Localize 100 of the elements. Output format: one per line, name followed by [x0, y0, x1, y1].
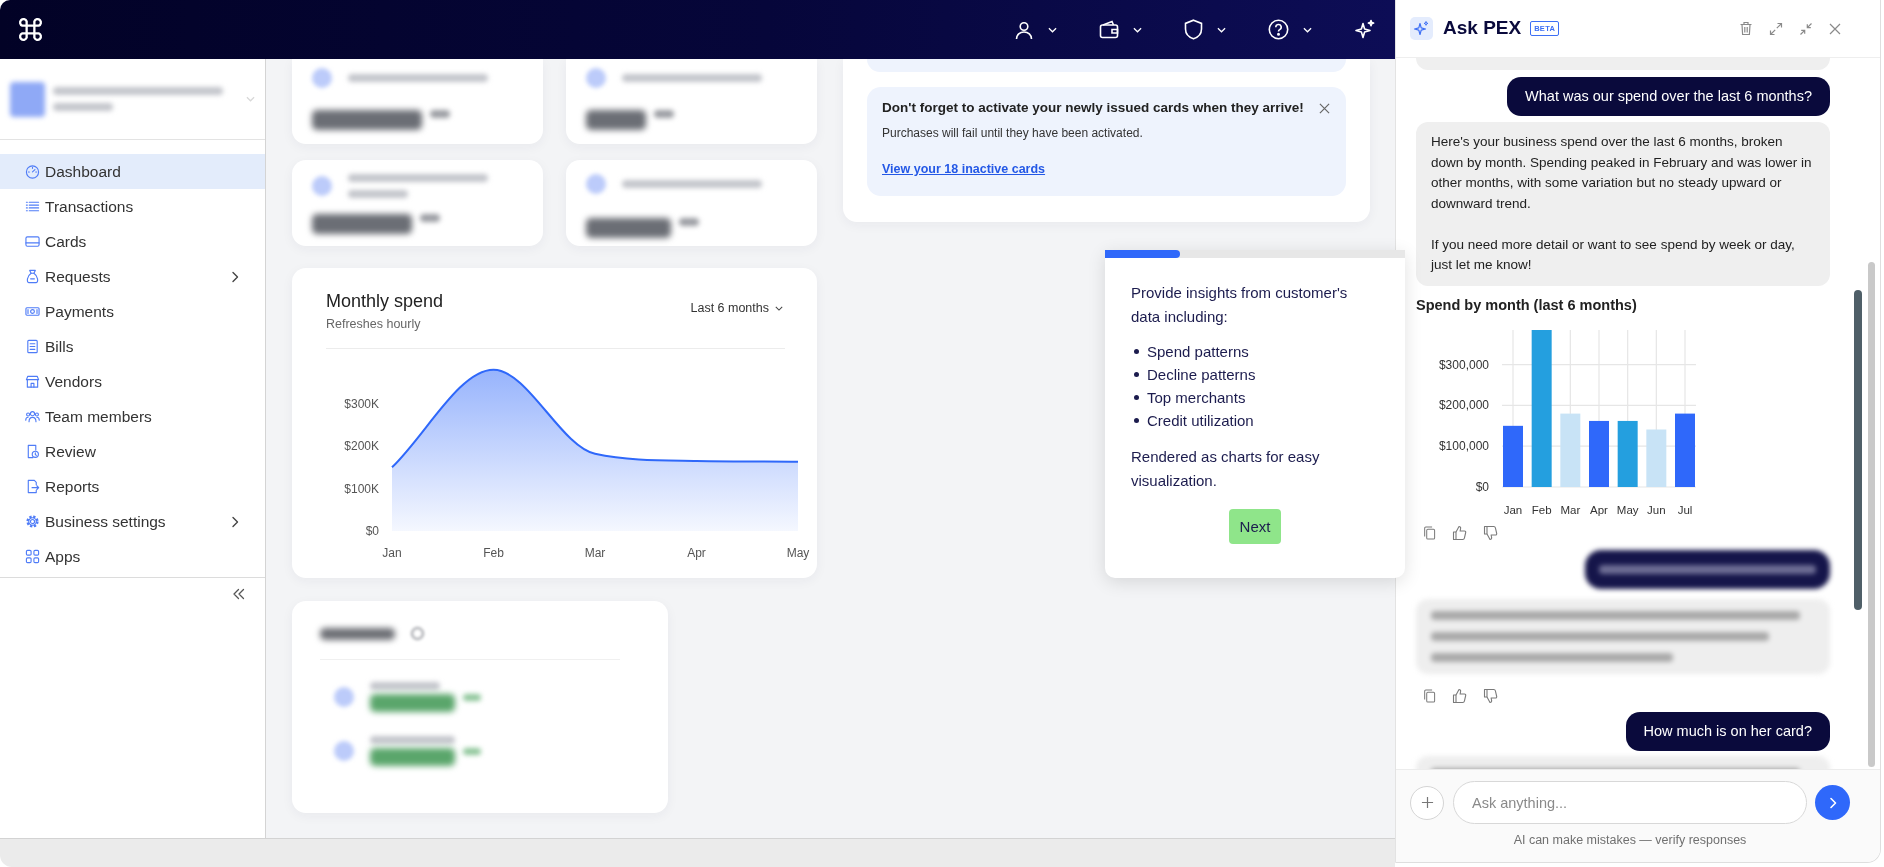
- blurred-text: [586, 110, 646, 130]
- chart-bar: [1617, 420, 1638, 487]
- bullet-text: Top merchants: [1147, 388, 1246, 408]
- disclaimer-text: AI can make mistakes — verify responses: [1512, 832, 1748, 849]
- axis-label: Mar: [584, 545, 606, 560]
- tour-text: Provide insights from customer's data including:: [1131, 283, 1349, 327]
- card-title: Monthly spend: [326, 290, 444, 312]
- axis-label: $200K: [344, 438, 379, 453]
- axis-label: May: [1616, 503, 1639, 516]
- nav-item[interactable]: Reports: [0, 469, 265, 504]
- chart-bar: [1646, 429, 1667, 487]
- user-message: What was our spend over the last 6 months?: [1507, 77, 1830, 116]
- nav-item[interactable]: Team members: [0, 399, 265, 434]
- plus-icon: [1420, 796, 1434, 809]
- nav-item[interactable]: Requests: [0, 259, 265, 294]
- thumbs-up-icon[interactable]: [1452, 524, 1467, 541]
- send-button[interactable]: [1815, 785, 1850, 820]
- axis-label: Apr: [1590, 503, 1608, 516]
- blurred-text: [654, 110, 674, 118]
- bullet-text: Spend patterns: [1147, 342, 1249, 362]
- axis-label: $100,000: [1438, 438, 1489, 453]
- nav-item[interactable]: Review: [0, 434, 265, 469]
- blurred-icon: [312, 176, 332, 196]
- blurred-icon: [586, 68, 606, 88]
- blurred-text: [348, 190, 408, 198]
- sparkle-icon[interactable]: [1354, 18, 1376, 41]
- blurred-text: [679, 218, 699, 226]
- blurred-icon: [312, 68, 332, 88]
- chart-bar: [1589, 420, 1609, 487]
- store-icon: [25, 374, 40, 389]
- nav-item[interactable]: Payments: [0, 294, 265, 329]
- banknote-icon: [25, 304, 40, 319]
- scrollbar-thumb[interactable]: [1854, 290, 1862, 610]
- message-text: Here's your business spend over the last 6 months, broken down by month. Spending peaked in February and was lower in other months, with some variation but no steady upward or downward trend.: [1431, 133, 1813, 213]
- thumbs-up-icon[interactable]: [1452, 687, 1467, 704]
- nav-item[interactable]: Bills: [0, 329, 265, 364]
- blurred-text: [463, 748, 481, 755]
- nav-item[interactable]: Transactions: [0, 189, 265, 224]
- list-icon: [25, 199, 40, 214]
- shield-icon[interactable]: [1184, 19, 1203, 40]
- tour-text: Rendered as charts for easy visualization.: [1131, 447, 1321, 491]
- notice-text: Purchases will fail until they have been activated.: [882, 125, 1144, 142]
- thumbs-down-icon[interactable]: [1483, 687, 1498, 704]
- blurred-text: [463, 694, 481, 701]
- nav-item[interactable]: Dashboard: [0, 154, 265, 189]
- close-icon[interactable]: [1319, 102, 1330, 114]
- blurred-text: [430, 110, 450, 118]
- people-icon: [25, 409, 40, 424]
- gauge-icon: [25, 164, 40, 179]
- axis-label: Jul: [1677, 503, 1693, 516]
- axis-label: Feb: [1531, 503, 1552, 516]
- blurred-text: [53, 103, 113, 111]
- axis-label: Jan: [1503, 503, 1523, 516]
- expand-icon[interactable]: [1769, 21, 1783, 36]
- axis-label: $0: [365, 523, 379, 538]
- axis-label: $300K: [344, 396, 379, 411]
- nav-item[interactable]: Apps: [0, 539, 265, 574]
- nav-item[interactable]: Cards: [0, 224, 265, 259]
- document-arrow-icon: [25, 479, 40, 494]
- blurred-icon: [334, 741, 354, 761]
- chevron-right-icon: [1828, 796, 1837, 809]
- axis-label: Mar: [1560, 503, 1581, 516]
- axis-label: $200,000: [1438, 397, 1489, 412]
- message-input[interactable]: Ask anything...: [1453, 781, 1807, 824]
- scrollbar-thumb[interactable]: [1868, 262, 1875, 767]
- nav-item[interactable]: Business settings: [0, 504, 265, 539]
- copy-icon[interactable]: [1423, 687, 1436, 704]
- person-icon[interactable]: [1014, 19, 1034, 40]
- axis-label: Jan: [382, 545, 402, 560]
- collapse-icon[interactable]: [1799, 21, 1813, 36]
- bullet-icon: [1134, 349, 1139, 354]
- user-message: How much is on her card?: [1625, 711, 1830, 751]
- axis-label: Apr: [687, 545, 706, 560]
- blurred-icon: [586, 174, 606, 194]
- bag-icon: [25, 269, 40, 284]
- command-key-icon[interactable]: [17, 16, 44, 43]
- nav-item[interactable]: Vendors: [0, 364, 265, 399]
- range-dropdown[interactable]: Last 6 months: [690, 299, 783, 318]
- axis-label: Jun: [1647, 503, 1666, 516]
- copy-icon[interactable]: [1423, 524, 1436, 541]
- card-subtitle: Refreshes hourly: [326, 316, 422, 333]
- close-icon[interactable]: [1829, 22, 1841, 35]
- caret-icon: [775, 305, 783, 311]
- sparkle-icon: [1410, 17, 1433, 40]
- blurred-icon: [411, 627, 424, 640]
- double-chevron-left-icon[interactable]: [232, 588, 245, 600]
- blurred-text: [420, 214, 440, 222]
- next-button[interactable]: Next: [1228, 509, 1282, 544]
- bullet-text: Decline patterns: [1147, 365, 1256, 385]
- trash-icon[interactable]: [1739, 21, 1753, 36]
- document-icon: [25, 339, 40, 354]
- help-icon[interactable]: [1268, 19, 1289, 40]
- chart-bar: [1503, 425, 1523, 487]
- chart-title: Spend by month (last 6 months): [1416, 295, 1638, 315]
- blurred-text: [370, 682, 440, 690]
- axis-label: Feb: [483, 545, 504, 560]
- wallet-icon[interactable]: [1099, 20, 1119, 39]
- bullet-icon: [1134, 418, 1139, 423]
- card-icon: [25, 234, 40, 249]
- thumbs-down-icon[interactable]: [1483, 524, 1498, 541]
